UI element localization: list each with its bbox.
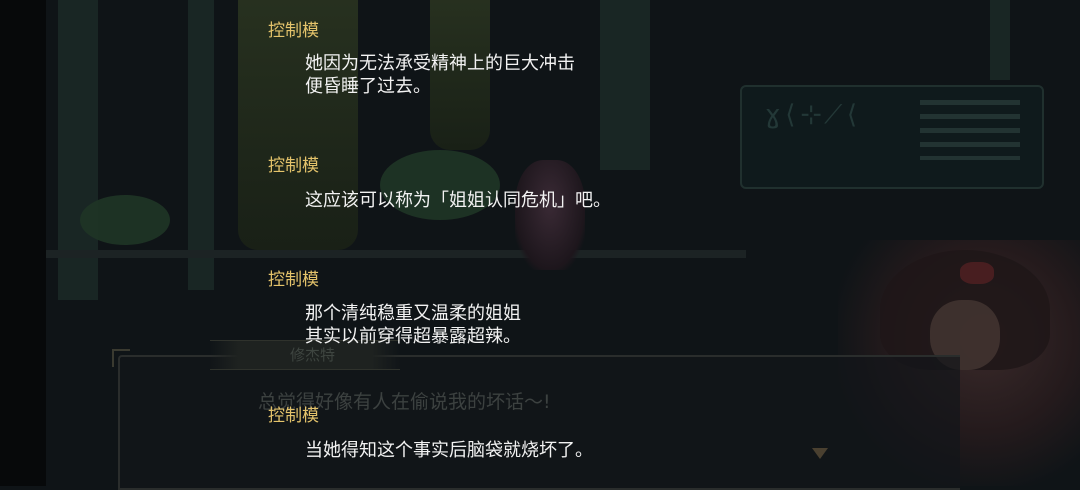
speaker-name: 控制模: [268, 21, 319, 41]
sign-glyphs: ɣ⟨⊹⟋⟨: [765, 100, 862, 130]
dialogue-line: 其实以前穿得超暴露超辣。: [305, 326, 521, 347]
dialogue-line: 当她得知这个事实后脑袋就烧坏了。: [305, 440, 593, 461]
pillar: [188, 0, 214, 290]
dialogue-line: 她因为无法承受精神上的巨大冲击: [305, 53, 575, 74]
pillar: [600, 0, 650, 170]
dialogue-line: 便昏睡了过去。: [305, 76, 431, 97]
floor-rail: [46, 250, 746, 258]
dialogue-line: 这应该可以称为「姐姐认同危机」吧。: [305, 190, 611, 211]
left-edge-shadow: [0, 0, 46, 486]
next-arrow-icon: [812, 448, 828, 459]
character-bow: [960, 262, 994, 284]
speaker-name: 控制模: [268, 270, 319, 290]
speaker-name: 控制模: [268, 406, 319, 426]
character-sprite: [515, 160, 585, 270]
dialogue-line: 那个清纯稳重又温柔的姐姐: [305, 303, 521, 324]
speaker-name: 控制模: [268, 156, 319, 176]
dialogue-box: [118, 355, 960, 490]
sign-lines: [920, 100, 1020, 160]
pillar: [990, 0, 1010, 80]
curtain: [430, 0, 490, 150]
bush: [80, 195, 170, 245]
